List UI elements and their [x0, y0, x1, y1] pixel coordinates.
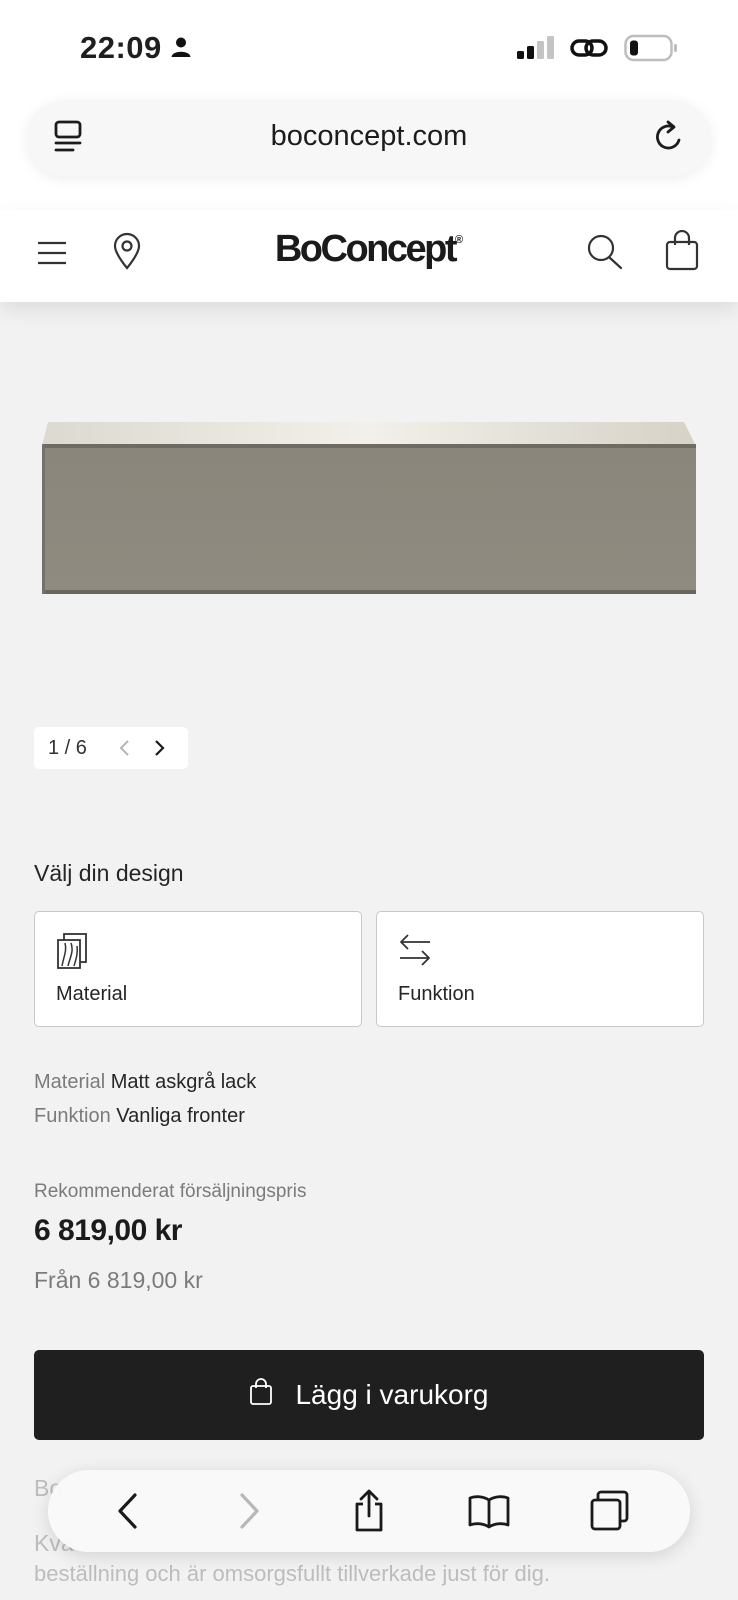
- price-label: Rekommenderat försäljningspris: [34, 1181, 307, 1202]
- function-option-label: Funktion: [398, 983, 475, 1005]
- cellular-signal-icon: [516, 36, 554, 65]
- battery-icon: [624, 34, 678, 67]
- brand-name: BoConcept: [274, 228, 458, 270]
- spec-key: Material: [34, 1071, 106, 1093]
- status-indicators: [516, 34, 678, 67]
- gallery-counter: 1 / 6: [48, 736, 87, 759]
- material-swatch-icon: [55, 932, 89, 975]
- add-to-cart-button[interactable]: Lägg i varukorg: [34, 1350, 704, 1440]
- gallery-prev-button[interactable]: [108, 731, 142, 765]
- spec-key: Funktion: [34, 1105, 111, 1127]
- brand-logo[interactable]: BoConcept®: [0, 228, 738, 271]
- spec-material: Material Matt askgrå lack: [34, 1071, 256, 1094]
- material-option-card[interactable]: Material: [34, 911, 362, 1027]
- browser-toolbar: [48, 1470, 690, 1552]
- browser-address-area: boconcept.com: [0, 100, 738, 210]
- partial-text-line-3: beställning och är omsorgsfullt tillverk…: [34, 1561, 551, 1586]
- address-bar[interactable]: boconcept.com: [27, 100, 711, 176]
- forward-icon[interactable]: [219, 1481, 279, 1541]
- spec-value: Matt askgrå lack: [110, 1071, 257, 1093]
- gallery-next-button[interactable]: [142, 731, 176, 765]
- spec-function: Funktion Vanliga fronter: [34, 1105, 245, 1128]
- tabs-icon[interactable]: [580, 1481, 640, 1541]
- swap-arrows-icon: [397, 932, 433, 973]
- function-option-card[interactable]: Funktion: [376, 911, 704, 1027]
- status-bar: 22:09: [0, 0, 738, 100]
- status-time: 22:09: [80, 30, 192, 66]
- bag-icon: [249, 1377, 273, 1413]
- person-icon: [170, 30, 192, 66]
- price-from: Från 6 819,00 kr: [34, 1267, 203, 1293]
- share-icon[interactable]: [339, 1481, 399, 1541]
- clock: 22:09: [80, 30, 162, 65]
- registered-mark: ®: [455, 234, 464, 246]
- back-icon[interactable]: [98, 1481, 158, 1541]
- search-icon[interactable]: [586, 234, 626, 277]
- product-image[interactable]: [42, 422, 696, 594]
- url-text[interactable]: boconcept.com: [27, 120, 711, 153]
- price-value: 6 819,00 kr: [34, 1214, 182, 1247]
- add-to-cart-label: Lägg i varukorg: [295, 1379, 489, 1410]
- bookmarks-icon[interactable]: [459, 1481, 519, 1541]
- shopping-bag-icon[interactable]: [664, 229, 700, 277]
- gallery-pager: 1 / 6: [34, 727, 188, 769]
- site-header: BoConcept®: [0, 210, 738, 302]
- spec-value: Vanliga fronter: [116, 1105, 245, 1127]
- reload-icon[interactable]: [653, 120, 685, 159]
- design-heading: Välj din design: [34, 860, 184, 886]
- material-option-label: Material: [56, 983, 128, 1005]
- link-icon: [570, 35, 608, 66]
